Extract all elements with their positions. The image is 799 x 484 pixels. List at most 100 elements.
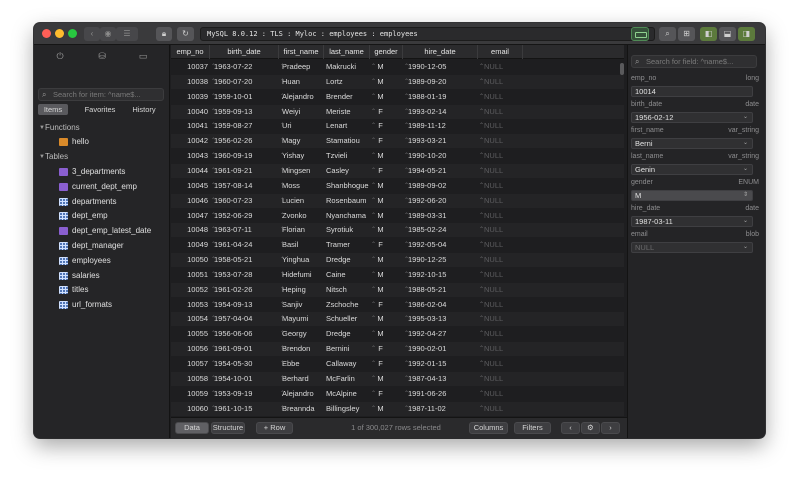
cell-first-name[interactable]: Huan [282, 75, 324, 89]
table-row[interactable]: 10055 1956-06-06 Georgy Dredge M 1992-04-27 ⌃ ⌃… [171, 327, 624, 341]
cell-birth-date[interactable]: 1957-08-14 [214, 179, 276, 193]
cell-emp-no[interactable]: 10038 [171, 75, 208, 89]
cell-last-name[interactable]: Casley [326, 164, 370, 178]
cell-first-name[interactable]: Yishay [282, 149, 324, 163]
cell-emp-no[interactable]: 10039 [171, 90, 208, 104]
table-row[interactable]: 10040 1959-09-13 Weiyi Meriste F 1993-02-14 ⌃ ⌃… [171, 104, 624, 119]
next-page-button[interactable]: › [601, 422, 620, 434]
cell-birth-date[interactable]: 1956-02-26 [214, 134, 276, 148]
cell-emp-no[interactable]: 10051 [171, 268, 208, 282]
sidebar-item-url-formats[interactable]: url_formats [34, 298, 170, 312]
cell-email[interactable]: NULL [484, 60, 524, 74]
cell-first-name[interactable]: Breannda [282, 402, 324, 416]
cell-emp-no[interactable]: 10052 [171, 283, 208, 297]
tab-history[interactable]: History [126, 104, 162, 115]
cell-hire-date[interactable]: 1993-02-14 [408, 105, 476, 119]
cell-email[interactable]: NULL [484, 327, 524, 341]
filters-button[interactable]: Filters [514, 422, 551, 434]
cell-emp-no[interactable]: 10056 [171, 342, 208, 356]
table-row[interactable]: 10048 1963-07-11 Florian Syrotiuk M 1985-02-2… [171, 223, 624, 238]
cell-email[interactable]: NULL [484, 209, 524, 223]
previous-page-button[interactable]: ‹ [561, 422, 580, 434]
cell-last-name[interactable]: Lortz [326, 75, 370, 89]
gear-icon[interactable]: ⚙ [581, 422, 600, 434]
table-row[interactable]: 10059 1953-09-19 Alejandro McAlpine F 1991-06… [171, 387, 624, 401]
cell-emp-no[interactable]: 10046 [171, 194, 208, 208]
sidebar-left-icon[interactable]: ◧ [700, 27, 717, 41]
sidebar-item-dept-emp-latest-date[interactable]: dept_emp_latest_date [34, 224, 170, 238]
table-row[interactable]: 10041 1959-08-27 Uri Lenart F 1989-11-12 ⌃ ⌃ ⌃ ⌃ ⌃… [171, 119, 624, 133]
cell-email[interactable]: NULL [484, 119, 524, 133]
cell-emp-no[interactable]: 10043 [171, 149, 208, 163]
cell-email[interactable]: NULL [484, 372, 524, 386]
cell-birth-date[interactable]: 1953-09-19 [214, 387, 276, 401]
structure-tab[interactable]: Structure [211, 422, 245, 434]
cell-last-name[interactable]: Callaway [326, 357, 370, 371]
cell-email[interactable]: NULL [484, 194, 524, 208]
table-row[interactable]: 10042 1956-02-26 Magy Stamatiou F 1993-03-21 ⌃… [171, 134, 624, 149]
sidebar-item-3-departments[interactable]: 3_departments [34, 165, 170, 179]
cell-emp-no[interactable]: 10042 [171, 134, 208, 148]
table-row[interactable]: 10043 1960-09-19 Yishay Tzvieli M 1990-10-20 ⌃… [171, 149, 624, 163]
cell-hire-date[interactable]: 1993-03-21 [408, 134, 476, 148]
field-value-birth-date[interactable]: 1956-02-12 ⌄ [631, 112, 753, 123]
cell-hire-date[interactable]: 1992-10-15 [408, 268, 476, 282]
table-row[interactable]: 10047 1952-06-29 Zvonko Nyanchama M 1989-03-3… [171, 209, 624, 223]
bottom-panel-icon[interactable]: ⬓ [719, 27, 736, 41]
cell-first-name[interactable]: Zvonko [282, 209, 324, 223]
cell-last-name[interactable]: Tzvieli [326, 149, 370, 163]
cell-birth-date[interactable]: 1961-09-01 [214, 342, 276, 356]
sidebar-item-dept-manager[interactable]: dept_manager [34, 239, 170, 253]
cell-first-name[interactable]: Ebbe [282, 357, 324, 371]
cell-birth-date[interactable]: 1961-04-24 [214, 238, 276, 252]
cell-birth-date[interactable]: 1960-07-23 [214, 194, 276, 208]
cell-hire-date[interactable]: 1989-09-20 [408, 75, 476, 89]
cell-email[interactable]: NULL [484, 179, 524, 193]
cell-first-name[interactable]: Magy [282, 134, 324, 148]
cell-first-name[interactable]: Weiyi [282, 105, 324, 119]
field-value-emp-no[interactable]: 10014 [631, 86, 753, 97]
functions-group[interactable]: ▼ Functions [34, 121, 170, 135]
cell-first-name[interactable]: Brendon [282, 342, 324, 356]
cell-first-name[interactable]: Georgy [282, 327, 324, 341]
search-icon[interactable]: ⌕ [659, 27, 676, 41]
cell-emp-no[interactable]: 10060 [171, 402, 208, 416]
cell-birth-date[interactable]: 1959-09-13 [214, 105, 276, 119]
cell-email[interactable]: NULL [484, 357, 524, 371]
cell-email[interactable]: NULL [484, 238, 524, 252]
cell-first-name[interactable]: Heping [282, 283, 324, 297]
cell-first-name[interactable]: Mayumi [282, 312, 324, 326]
cell-hire-date[interactable]: 1989-09-02 [408, 179, 476, 193]
cell-last-name[interactable]: Bernini [326, 342, 370, 356]
cell-last-name[interactable]: Caine [326, 268, 370, 282]
field-value-last-name[interactable]: Genin ⌄ [631, 164, 753, 175]
sidebar-item-current-dept-emp[interactable]: current_dept_emp [34, 180, 170, 194]
tab-favorites[interactable]: Favorites [78, 104, 122, 115]
table-row[interactable]: 10058 1954-10-01 Berhard McFarlin M 1987-04-1… [171, 371, 624, 386]
cell-email[interactable]: NULL [484, 253, 524, 267]
table-row[interactable]: 10050 1958-05-21 Yinghua Dredge M 1990-12-25 ⌃… [171, 253, 624, 268]
cell-last-name[interactable]: Tramer [326, 238, 370, 252]
cell-email[interactable]: NULL [484, 105, 524, 119]
field-value-first-name[interactable]: Berni ⌄ [631, 138, 753, 149]
table-row[interactable]: 10051 1953-07-28 Hidefumi Caine M 1992-10-15 ⌃… [171, 268, 624, 282]
terminal-icon[interactable]: ▭ [136, 49, 150, 63]
sidebar-item-hello[interactable]: hello [34, 135, 170, 149]
column-header-birth-date[interactable]: birth_date [210, 45, 279, 59]
table-row[interactable]: 10037 1963-07-22 Pradeep Makrucki M 1990-12-0… [171, 60, 624, 74]
cell-birth-date[interactable]: 1961-02-26 [214, 283, 276, 297]
cell-last-name[interactable]: Nitsch [326, 283, 370, 297]
cell-birth-date[interactable]: 1954-10-01 [214, 372, 276, 386]
cell-emp-no[interactable]: 10049 [171, 238, 208, 252]
column-header-hire-date[interactable]: hire_date [403, 45, 478, 59]
cell-hire-date[interactable]: 1992-05-04 [408, 238, 476, 252]
cell-emp-no[interactable]: 10055 [171, 327, 208, 341]
sidebar-item-employees[interactable]: employees [34, 254, 170, 268]
add-row-button[interactable]: + Row [256, 422, 293, 434]
cell-hire-date[interactable]: 1990-12-25 [408, 253, 476, 267]
table-row[interactable]: 10057 1954-05-30 Ebbe Callaway F 1992-01-15 ⌃ ⌃… [171, 357, 624, 371]
cell-last-name[interactable]: Schueller [326, 312, 370, 326]
cell-birth-date[interactable]: 1954-05-30 [214, 357, 276, 371]
cell-emp-no[interactable]: 10054 [171, 312, 208, 326]
cell-emp-no[interactable]: 10053 [171, 298, 208, 312]
